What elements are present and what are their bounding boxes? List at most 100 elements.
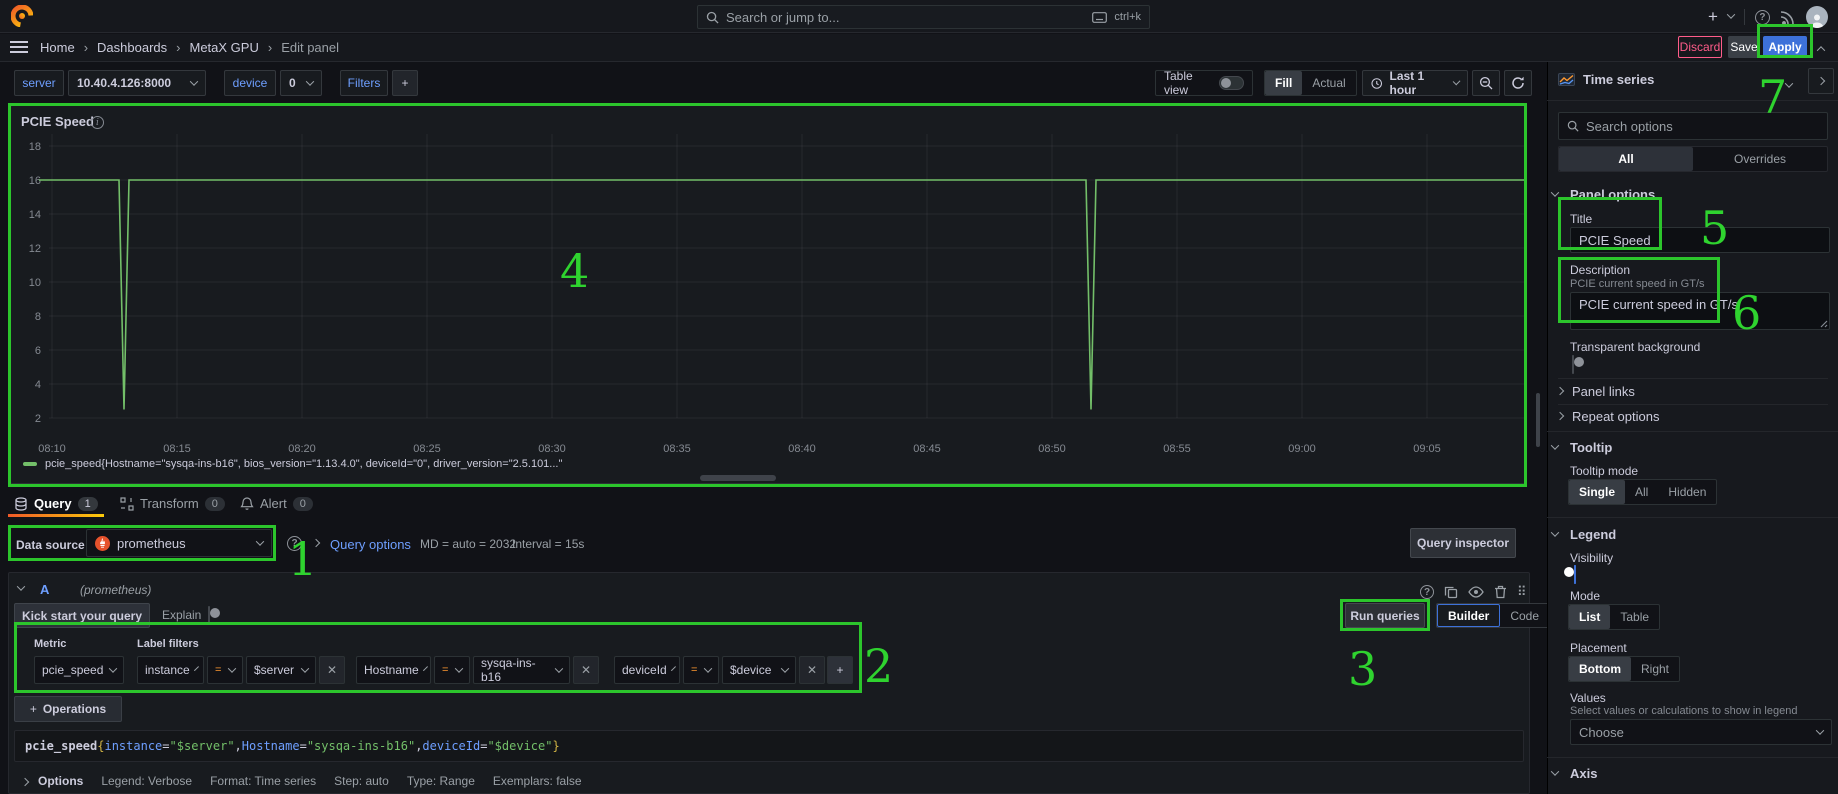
table-view-toggle[interactable] (1219, 76, 1244, 90)
visualization-picker[interactable]: Time series (1558, 72, 1798, 87)
tab-transform[interactable]: Transform 0 (120, 496, 225, 511)
add-label-filter-button[interactable]: + (827, 656, 853, 684)
timeseries-panel[interactable]: PCIE Speed i 2468101214161808:1008:1508:… (10, 105, 1526, 484)
variable-server-value[interactable]: 10.40.4.126:8000 (68, 70, 206, 96)
filter-value-select[interactable]: sysqa-ins-b16 (473, 656, 570, 684)
grafana-logo[interactable] (11, 5, 33, 27)
filter-key-select[interactable]: Hostname (356, 656, 431, 684)
discard-button[interactable]: Discard (1678, 36, 1722, 58)
breadcrumb-dashboards[interactable]: Dashboards (97, 40, 167, 55)
hide-response-icon[interactable] (1468, 586, 1484, 598)
code-option[interactable]: Code (1500, 604, 1549, 627)
tooltip-all-option[interactable]: All (1625, 480, 1658, 504)
tooltip-header[interactable]: Tooltip (1570, 440, 1612, 455)
grafana-edit-panel-screen: Search or jump to... ctrl+k + ? Home › Da… (0, 0, 1838, 794)
trash-icon[interactable] (1494, 585, 1507, 599)
news-icon[interactable] (1780, 9, 1796, 25)
remove-filter-button[interactable]: ✕ (799, 656, 825, 684)
collapse-pane-button[interactable] (1808, 68, 1834, 94)
user-avatar[interactable] (1806, 6, 1828, 28)
query-options-summary[interactable]: Options Legend: Verbose Format: Time ser… (38, 774, 582, 788)
filter-key-select[interactable]: instance (137, 656, 204, 684)
axis-header[interactable]: Axis (1570, 766, 1597, 781)
search-shortcut: ctrl+k (1114, 11, 1141, 23)
tab-query[interactable]: Query 1 (14, 496, 98, 511)
tab-alert[interactable]: Alert 0 (240, 496, 313, 511)
breadcrumb-home[interactable]: Home (40, 40, 75, 55)
refresh-button[interactable] (1504, 70, 1532, 96)
transparent-bg-toggle[interactable] (1572, 355, 1574, 374)
datasource-help-icon[interactable]: ? (287, 536, 302, 551)
duplicate-icon[interactable] (1444, 585, 1458, 599)
chevron-down-icon (228, 664, 236, 672)
legend-visibility-label: Visibility (1570, 551, 1613, 565)
panel-links-section[interactable]: Panel links (1572, 384, 1635, 399)
tooltip-hidden-option[interactable]: Hidden (1658, 480, 1716, 504)
svg-text:08:55: 08:55 (1163, 443, 1191, 455)
breadcrumb-sep: › (84, 40, 88, 55)
tooltip-single-option[interactable]: Single (1569, 480, 1625, 504)
chevron-down-icon (190, 77, 198, 85)
metric-select[interactable]: pcie_speed (34, 656, 124, 684)
table-view-control: Table view (1155, 70, 1253, 96)
repeat-options-section[interactable]: Repeat options (1572, 409, 1659, 424)
query-inspector-button[interactable]: Query inspector (1410, 528, 1516, 558)
filter-op-select[interactable]: = (207, 656, 243, 684)
horizontal-scrollbar[interactable] (700, 475, 776, 481)
kick-start-query-button[interactable]: Kick start your query (14, 603, 150, 628)
timeseries-chart[interactable]: 2468101214161808:1008:1508:2008:2508:300… (11, 106, 1527, 485)
query-options-link[interactable]: Query options (330, 536, 411, 554)
chevron-down-icon (555, 664, 563, 672)
run-queries-button[interactable]: Run queries (1345, 603, 1425, 628)
builder-option[interactable]: Builder (1437, 604, 1500, 627)
query-options-chevron-icon[interactable] (312, 539, 320, 547)
label-filter-row-2: Hostname = sysqa-ins-b16 ✕ (356, 656, 599, 684)
drag-handle-icon[interactable]: ⠿ (1517, 584, 1528, 600)
legend-values-select[interactable]: Choose (1570, 719, 1832, 745)
panel-options-header[interactable]: Panel options (1570, 187, 1655, 202)
options-search[interactable]: Search options (1558, 112, 1828, 140)
filter-value-select[interactable]: $device (722, 656, 796, 684)
add-chevron-icon[interactable] (1727, 10, 1735, 18)
add-icon[interactable]: + (1708, 7, 1718, 27)
apply-button[interactable]: Apply (1763, 36, 1807, 58)
panel-description-textarea[interactable] (1570, 292, 1830, 330)
datasource-picker[interactable]: prometheus (86, 529, 272, 557)
add-filter-variable-button[interactable]: + (392, 70, 418, 96)
panel-title-input[interactable] (1570, 227, 1830, 253)
query-help-icon[interactable]: ? (1420, 585, 1434, 599)
operations-button[interactable]: + Operations (14, 696, 122, 722)
filter-value-select[interactable]: $server (246, 656, 316, 684)
chart-legend[interactable]: pcie_speed{Hostname="sysqa-ins-b16", bio… (23, 458, 562, 470)
legend-list-option[interactable]: List (1569, 605, 1610, 629)
filter-op-select[interactable]: = (434, 656, 470, 684)
query-ref-id[interactable]: A (40, 582, 49, 597)
remove-filter-button[interactable]: ✕ (573, 656, 599, 684)
filter-key-select[interactable]: deviceId (614, 656, 680, 684)
chevron-right-icon (1817, 77, 1825, 85)
time-range-picker[interactable]: Last 1 hour (1362, 70, 1468, 96)
filter-op-select[interactable]: = (683, 656, 719, 684)
breadcrumb-dashboard-name[interactable]: MetaX GPU (189, 40, 258, 55)
placement-right-option[interactable]: Right (1631, 657, 1679, 681)
datasource-value: prometheus (117, 536, 250, 551)
legend-visibility-toggle[interactable] (1574, 565, 1576, 584)
remove-filter-button[interactable]: ✕ (319, 656, 345, 684)
vertical-scrollbar[interactable] (1536, 393, 1540, 447)
legend-table-option[interactable]: Table (1610, 605, 1659, 629)
global-search[interactable]: Search or jump to... ctrl+k (697, 5, 1150, 29)
filters-button[interactable]: Filters (340, 70, 388, 96)
variable-device-value[interactable]: 0 (280, 70, 322, 96)
actual-option[interactable]: Actual (1302, 71, 1355, 95)
tab-overrides[interactable]: Overrides (1693, 147, 1827, 171)
tab-all[interactable]: All (1559, 147, 1693, 171)
zoom-out-button[interactable] (1472, 70, 1500, 96)
help-icon[interactable]: ? (1755, 10, 1770, 25)
placement-bottom-option[interactable]: Bottom (1569, 657, 1631, 681)
save-button[interactable]: Save (1728, 36, 1760, 58)
legend-header[interactable]: Legend (1570, 527, 1616, 542)
menu-icon[interactable] (10, 40, 28, 54)
resize-handle-icon[interactable] (1820, 320, 1828, 328)
fill-option[interactable]: Fill (1265, 71, 1302, 95)
explain-toggle[interactable] (208, 606, 210, 625)
